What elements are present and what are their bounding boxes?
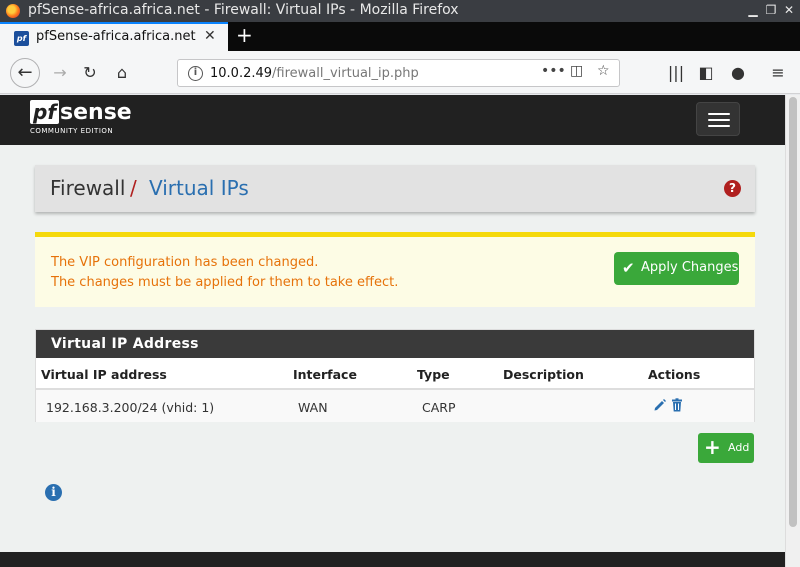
- bookmark-star-icon[interactable]: ☆: [597, 63, 610, 79]
- page-content: pf sense COMMUNITY EDITION Firewall / Vir…: [0, 95, 785, 567]
- column-header-type[interactable]: Type: [417, 367, 450, 382]
- page-actions-icon[interactable]: •••: [541, 63, 566, 79]
- page-footer: [0, 552, 785, 567]
- back-arrow-icon[interactable]: ←: [10, 58, 40, 88]
- close-window-icon[interactable]: ✕: [781, 2, 797, 18]
- page-scrollbar[interactable]: [785, 95, 800, 567]
- pfsense-favicon-icon: pf: [14, 31, 29, 46]
- plus-icon: +: [704, 435, 721, 459]
- new-tab-icon[interactable]: +: [236, 23, 253, 47]
- changes-alert: The VIP configuration has been changed. …: [35, 232, 755, 307]
- apply-changes-button[interactable]: ✔ Apply Changes: [614, 252, 739, 285]
- cell-interface: WAN: [298, 400, 328, 415]
- account-icon[interactable]: ●: [726, 61, 750, 85]
- column-header-description[interactable]: Description: [503, 367, 584, 382]
- breadcrumb-firewall: Firewall: [50, 176, 126, 200]
- reload-icon[interactable]: ↻: [78, 61, 102, 85]
- check-icon: ✔: [622, 259, 635, 277]
- window-title: pfSense-africa.africa.net - Firewall: Vi…: [28, 2, 459, 18]
- url-bar[interactable]: i 10.0.2.49/firewall_virtual_ip.php ••• …: [177, 59, 620, 87]
- virtual-ip-panel: Virtual IP Address Virtual IP address In…: [35, 329, 755, 422]
- sidebar-icon[interactable]: ◧: [694, 61, 718, 85]
- menu-toggle-button[interactable]: [696, 102, 740, 136]
- forward-arrow-icon[interactable]: →: [48, 61, 72, 85]
- browser-tab[interactable]: pf pfSense-africa.africa.net ✕: [0, 22, 228, 51]
- alert-line-2: The changes must be applied for them to …: [51, 275, 399, 290]
- site-info-icon[interactable]: i: [188, 66, 203, 81]
- tab-close-icon[interactable]: ✕: [204, 28, 216, 44]
- panel-heading: Virtual IP Address: [36, 330, 754, 358]
- app-menu-icon[interactable]: ≡: [766, 61, 790, 85]
- info-icon[interactable]: i: [45, 484, 62, 501]
- edit-pencil-icon[interactable]: [653, 398, 667, 412]
- window-titlebar: pfSense-africa.africa.net - Firewall: Vi…: [0, 0, 800, 22]
- breadcrumb-virtual-ips-link[interactable]: Virtual IPs: [149, 176, 249, 200]
- firefox-logo-icon: [6, 4, 20, 18]
- home-icon[interactable]: ⌂: [110, 61, 134, 85]
- library-icon[interactable]: |||: [664, 61, 688, 85]
- delete-trash-icon[interactable]: [670, 398, 684, 412]
- table-row: 192.168.3.200/24 (vhid: 1) WAN CARP: [36, 390, 754, 422]
- column-header-actions: Actions: [648, 367, 701, 382]
- column-header-interface[interactable]: Interface: [293, 367, 357, 382]
- add-button[interactable]: + Add: [698, 433, 754, 463]
- breadcrumb: Firewall / Virtual IPs ?: [35, 165, 755, 212]
- scrollbar-thumb[interactable]: [789, 97, 797, 527]
- minimize-icon[interactable]: ▁: [745, 2, 761, 18]
- help-icon[interactable]: ?: [724, 180, 741, 197]
- pocket-icon[interactable]: ◫: [570, 63, 583, 79]
- alert-line-1: The VIP configuration has been changed.: [51, 255, 319, 270]
- column-header-address[interactable]: Virtual IP address: [41, 367, 167, 382]
- maximize-icon[interactable]: ❐: [763, 2, 779, 18]
- pfsense-header: pf sense COMMUNITY EDITION: [0, 95, 785, 145]
- pfsense-logo[interactable]: pf sense COMMUNITY EDITION: [30, 100, 132, 135]
- cell-type: CARP: [422, 400, 456, 415]
- navigation-toolbar: ← → ↻ ⌂ i 10.0.2.49/firewall_virtual_ip.…: [0, 51, 800, 94]
- cell-address: 192.168.3.200/24 (vhid: 1): [46, 400, 215, 415]
- tab-title: pfSense-africa.africa.net: [36, 29, 196, 44]
- url-text[interactable]: 10.0.2.49/firewall_virtual_ip.php: [210, 66, 419, 81]
- tab-strip: pf pfSense-africa.africa.net ✕ +: [0, 22, 800, 51]
- breadcrumb-separator: /: [130, 176, 137, 200]
